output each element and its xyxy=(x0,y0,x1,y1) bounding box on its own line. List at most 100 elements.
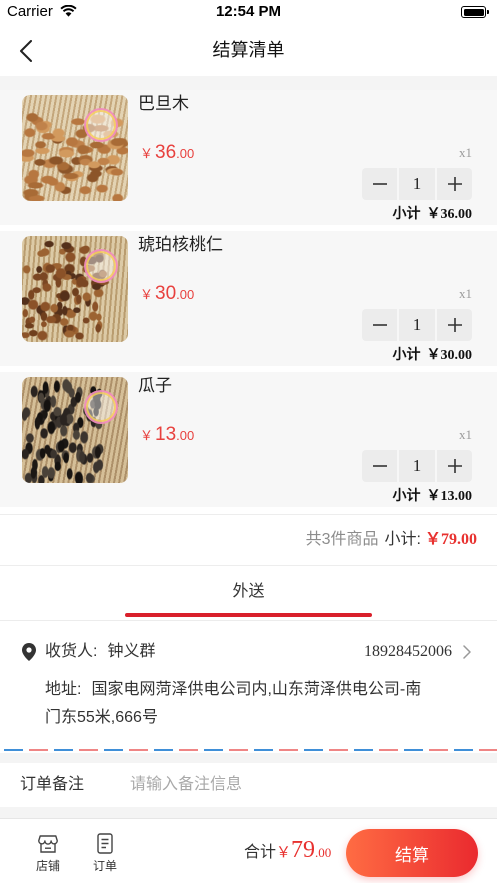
price-integer: 36 xyxy=(155,142,177,163)
price-decimal: .00 xyxy=(176,146,195,161)
subtotal-value: ￥30.00 xyxy=(426,348,473,363)
total-integer: 79 xyxy=(291,837,316,863)
total-currency: ￥ xyxy=(276,844,292,861)
item-subtotal: 小计 ￥36.00 xyxy=(393,204,473,224)
status-bar: Carrier 12:54 PM xyxy=(0,0,497,24)
quantity-value[interactable]: 1 xyxy=(399,309,435,341)
location-pin-icon xyxy=(22,643,36,661)
quantity-stepper: 1 xyxy=(362,309,472,341)
cart-item: 巴旦木 ￥ 36.00 x1 1 小计 ￥36.00 xyxy=(0,90,497,225)
price-currency: ￥ xyxy=(140,428,154,443)
plus-icon xyxy=(447,177,462,191)
bottom-tab-label: 店铺 xyxy=(35,859,60,873)
product-name: 巴旦木 xyxy=(138,94,189,113)
total-decimal: .00 xyxy=(315,845,332,860)
subtotal-value: ￥36.00 xyxy=(426,207,473,222)
decrease-button[interactable] xyxy=(362,168,397,200)
item-subtotal: 小计 ￥30.00 xyxy=(393,345,473,365)
bottom-tab-store[interactable]: 店铺 xyxy=(23,819,73,883)
price-decimal: .00 xyxy=(176,428,195,443)
delivery-tabs: 外送 xyxy=(0,566,497,621)
subtotal-label: 小计 xyxy=(392,205,421,221)
address-line: 地址: 国家电网菏泽供电公司内,山东菏泽供电公司-南 xyxy=(45,679,485,701)
subtotal-label: 小计 xyxy=(392,487,421,503)
address-text: 国家电网菏泽供电公司内,山东菏泽供电公司-南 xyxy=(91,681,422,698)
price-integer: 30 xyxy=(155,283,177,304)
page-title: 结算清单 xyxy=(212,40,285,60)
nav-bar: 结算清单 xyxy=(0,24,497,76)
bottom-tab-order[interactable]: 订单 xyxy=(80,819,130,883)
product-price: ￥ 13.00 xyxy=(140,423,194,448)
subtotal-label: 小计 xyxy=(392,346,421,362)
plus-icon xyxy=(447,459,462,473)
order-remark-row: 订单备注 xyxy=(0,763,497,807)
airmail-divider xyxy=(4,749,497,751)
watermark-logo xyxy=(84,249,118,283)
receiver: 收货人: 钟义群 xyxy=(45,641,155,663)
clock: 12:54 PM xyxy=(215,3,282,20)
remark-input[interactable] xyxy=(130,763,475,807)
summary-text: 共3件商品 小计: ￥79.00 xyxy=(306,515,477,565)
bottom-bar: 店铺 订单 合计 ￥ 79.00 结算 xyxy=(0,818,497,883)
minus-icon xyxy=(372,465,387,467)
decrease-button[interactable] xyxy=(362,309,397,341)
checkout-button[interactable]: 结算 xyxy=(346,829,478,877)
cart-item: 瓜子 ￥ 13.00 x1 1 小计 ￥13.00 xyxy=(0,372,497,507)
product-price: ￥ 36.00 xyxy=(140,141,194,166)
watermark-logo xyxy=(84,390,118,424)
quantity-label: x1 xyxy=(459,145,472,160)
tab-delivery[interactable]: 外送 xyxy=(125,566,372,620)
section-spacer xyxy=(0,753,497,763)
subtotal-value: ￥13.00 xyxy=(426,489,473,504)
receiver-name: 钟义群 xyxy=(107,643,156,660)
order-icon xyxy=(97,833,113,854)
address-line: 门东55米,666号 xyxy=(45,709,158,726)
total-label: 合计 xyxy=(244,844,277,861)
quantity-label: x1 xyxy=(459,427,472,442)
quantity-value[interactable]: 1 xyxy=(399,450,435,482)
receiver-phone: 18928452006 xyxy=(364,643,452,660)
checkout-label: 结算 xyxy=(395,845,429,865)
address-card[interactable]: 收货人: 钟义群 18928452006 地址: 国家电网菏泽供电公司内,山东菏泽供… xyxy=(0,621,497,749)
price-currency: ￥ xyxy=(140,146,154,161)
order-total: 合计 ￥ 79.00 xyxy=(244,837,331,871)
increase-button[interactable] xyxy=(437,309,472,341)
bottom-tab-label: 订单 xyxy=(92,859,117,873)
minus-icon xyxy=(372,324,387,326)
summary-subtotal-label: 小计: xyxy=(384,531,421,548)
chevron-right-icon[interactable] xyxy=(463,645,471,659)
battery-icon xyxy=(461,6,489,18)
product-image[interactable] xyxy=(22,95,128,201)
decrease-button[interactable] xyxy=(362,450,397,482)
tab-active-indicator xyxy=(125,613,372,617)
summary-subtotal-value: ￥79.00 xyxy=(424,531,477,548)
section-spacer xyxy=(0,807,497,818)
product-image[interactable] xyxy=(22,236,128,342)
top-spacer xyxy=(0,76,497,90)
tab-label: 外送 xyxy=(232,583,265,600)
increase-button[interactable] xyxy=(437,168,472,200)
address-label: 地址: xyxy=(45,681,82,698)
receiver-label: 收货人: xyxy=(45,643,98,660)
battery-fill xyxy=(463,8,484,16)
price-decimal: .00 xyxy=(176,287,195,302)
plus-icon xyxy=(447,318,462,332)
remark-label: 订单备注 xyxy=(20,776,85,793)
quantity-stepper: 1 xyxy=(362,168,472,200)
store-icon xyxy=(38,835,58,853)
price-currency: ￥ xyxy=(140,287,154,302)
product-price: ￥ 30.00 xyxy=(140,282,194,307)
quantity-label: x1 xyxy=(459,286,472,301)
cart-item: 琥珀核桃仁 ￥ 30.00 x1 1 小计 ￥30.00 xyxy=(0,231,497,366)
watermark-logo xyxy=(84,108,118,142)
quantity-value[interactable]: 1 xyxy=(399,168,435,200)
price-integer: 13 xyxy=(155,424,177,445)
item-subtotal: 小计 ￥13.00 xyxy=(393,486,473,506)
minus-icon xyxy=(372,183,387,185)
quantity-stepper: 1 xyxy=(362,450,472,482)
increase-button[interactable] xyxy=(437,450,472,482)
order-summary: 共3件商品 小计: ￥79.00 xyxy=(0,514,497,566)
item-count: 共3件商品 xyxy=(305,531,379,548)
product-image[interactable] xyxy=(22,377,128,483)
product-name: 琥珀核桃仁 xyxy=(138,235,223,254)
